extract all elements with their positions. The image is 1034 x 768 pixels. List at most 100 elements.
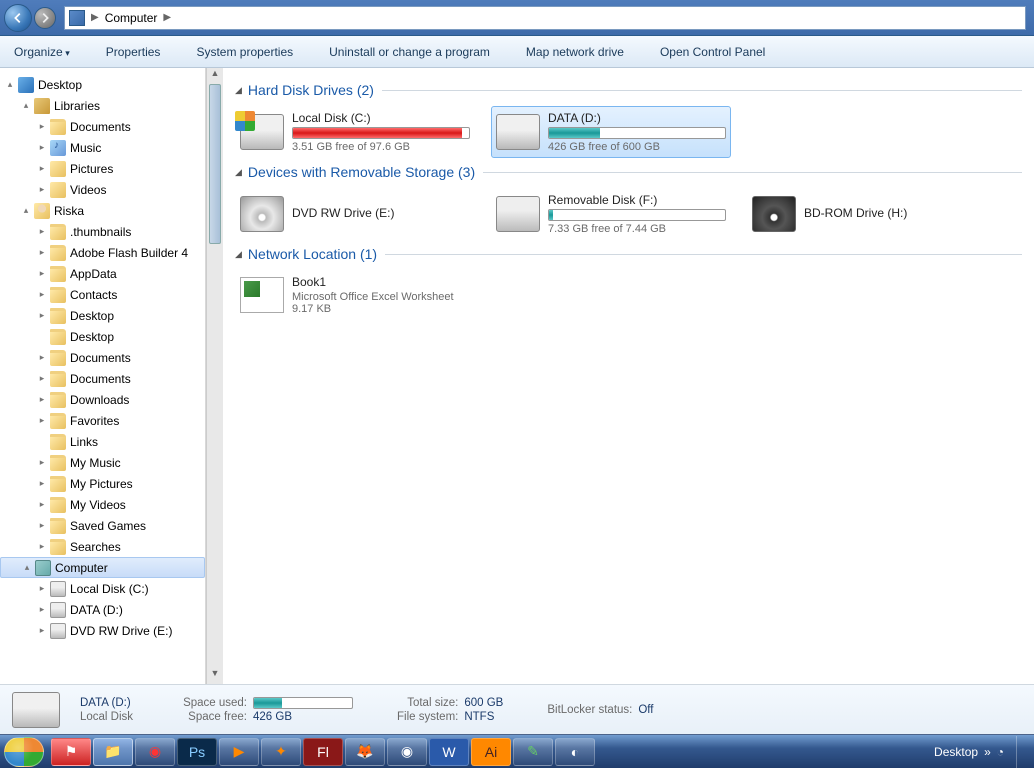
start-button[interactable] (4, 737, 44, 767)
uninstall-button[interactable]: Uninstall or change a program (323, 41, 496, 63)
expand-icon[interactable]: ▸ (36, 625, 48, 636)
scroll-thumb[interactable] (209, 84, 221, 244)
tree-item[interactable]: ▸DATA (D:) (0, 599, 205, 620)
section-network-location[interactable]: ◢ Network Location (1) (235, 246, 1022, 262)
chevron-right-icon[interactable]: ▶ (89, 12, 101, 23)
expand-icon[interactable]: ▸ (36, 478, 48, 489)
address-bar[interactable]: ▶ Computer ▶ (64, 6, 1026, 30)
taskbar-app[interactable]: ⚑ (51, 738, 91, 766)
taskbar-photoshop[interactable]: Ps (177, 738, 217, 766)
tree-item[interactable]: ▴Desktop (0, 74, 205, 95)
taskbar-explorer[interactable]: 📁 (93, 738, 133, 766)
tree-item[interactable]: ▸My Pictures (0, 473, 205, 494)
tree-item[interactable]: ▸Local Disk (C:) (0, 578, 205, 599)
drive-dvd-e[interactable]: DVD RW Drive (E:) (235, 188, 475, 240)
tree-item[interactable]: ▸Desktop (0, 305, 205, 326)
expand-icon[interactable]: ▸ (36, 457, 48, 468)
system-properties-button[interactable]: System properties (190, 41, 299, 63)
taskbar-illustrator[interactable]: Ai (471, 738, 511, 766)
map-drive-button[interactable]: Map network drive (520, 41, 630, 63)
network-item-book1[interactable]: Book1 Microsoft Office Excel Worksheet 9… (235, 270, 535, 320)
chevron-right-icon[interactable]: ▶ (161, 12, 173, 23)
expand-icon[interactable]: ▴ (21, 562, 33, 573)
tree-item[interactable]: Links (0, 431, 205, 452)
taskbar-firefox[interactable]: 🦊 (345, 738, 385, 766)
chevron-icon[interactable]: » (984, 745, 991, 759)
drive-data-d[interactable]: DATA (D:) 426 GB free of 600 GB (491, 106, 731, 158)
tree-item[interactable]: ▸Documents (0, 116, 205, 137)
expand-icon[interactable]: ▸ (36, 352, 48, 363)
tree-item[interactable]: ▸Contacts (0, 284, 205, 305)
tree-item[interactable]: ▸Documents (0, 347, 205, 368)
expand-icon[interactable]: ▴ (4, 79, 16, 90)
expand-icon[interactable]: ▸ (36, 268, 48, 279)
tree-item[interactable]: ▴Riska (0, 200, 205, 221)
tree-item-label: Adobe Flash Builder 4 (70, 246, 188, 260)
tree-item[interactable]: ▸DVD RW Drive (E:) (0, 620, 205, 641)
back-button[interactable] (4, 4, 32, 32)
expand-icon[interactable]: ▸ (36, 184, 48, 195)
drive-local-c[interactable]: Local Disk (C:) 3.51 GB free of 97.6 GB (235, 106, 475, 158)
scroll-up-icon[interactable]: ▲ (207, 68, 223, 84)
expand-icon[interactable]: ▸ (36, 142, 48, 153)
expand-icon[interactable]: ▴ (20, 100, 32, 111)
expand-icon[interactable]: ▸ (36, 520, 48, 531)
tree-item[interactable]: ▸ Searches (0, 536, 205, 557)
taskbar-flash[interactable]: Fl (303, 738, 343, 766)
expand-icon[interactable]: ▸ (36, 394, 48, 405)
taskbar-app[interactable]: ◉ (135, 738, 175, 766)
tree-item[interactable]: ▸My Videos (0, 494, 205, 515)
taskbar-app[interactable]: ◐ (555, 738, 595, 766)
drive-removable-f[interactable]: Removable Disk (F:) 7.33 GB free of 7.44… (491, 188, 731, 240)
tree-item[interactable]: ▸My Music (0, 452, 205, 473)
tree-item-label: Searches (70, 540, 121, 554)
show-desktop-button[interactable] (1016, 736, 1026, 768)
expand-icon[interactable]: ▸ (36, 163, 48, 174)
taskbar-chrome[interactable]: ◉ (387, 738, 427, 766)
properties-button[interactable]: Properties (100, 41, 167, 63)
tree-item[interactable]: ▸Videos (0, 179, 205, 200)
taskbar-blender[interactable]: ✦ (261, 738, 301, 766)
tree-item[interactable]: ▴Libraries (0, 95, 205, 116)
expand-icon[interactable]: ▸ (36, 604, 48, 615)
expand-icon[interactable]: ▸ (36, 289, 48, 300)
tree-item[interactable]: Desktop (0, 326, 205, 347)
tree-item[interactable]: ▸ Adobe Flash Builder 4 (0, 242, 205, 263)
details-pane: DATA (D:) Local Disk Space used: Space f… (0, 684, 1034, 734)
expand-icon[interactable]: ▸ (36, 583, 48, 594)
section-hard-disk-drives[interactable]: ◢ Hard Disk Drives (2) (235, 82, 1022, 98)
tree-item[interactable]: ▴Computer (0, 557, 205, 578)
tree-item[interactable]: ▸Favorites (0, 410, 205, 431)
control-panel-button[interactable]: Open Control Panel (654, 41, 771, 63)
expand-icon[interactable]: ▸ (36, 247, 48, 258)
tree-item[interactable]: ▸Documents (0, 368, 205, 389)
tree-item[interactable]: ▸.thumbnails (0, 221, 205, 242)
navigation-tree[interactable]: ▴Desktop▴Libraries▸Documents▸Music▸Pictu… (0, 68, 206, 684)
tree-scrollbar[interactable]: ▲ ▼ (206, 68, 223, 684)
desktop-toolbar-label[interactable]: Desktop (934, 745, 978, 759)
taskbar-app[interactable]: ✎ (513, 738, 553, 766)
expand-icon[interactable]: ▸ (36, 226, 48, 237)
taskbar-media-player[interactable]: ▶ (219, 738, 259, 766)
drive-bdrom-h[interactable]: BD-ROM Drive (H:) (747, 188, 987, 240)
tree-item[interactable]: ▸Music (0, 137, 205, 158)
tree-item[interactable]: ▸Saved Games (0, 515, 205, 536)
tree-item[interactable]: ▸AppData (0, 263, 205, 284)
organize-menu[interactable]: Organize (8, 41, 76, 63)
expand-icon[interactable]: ▴ (20, 205, 32, 216)
scroll-down-icon[interactable]: ▼ (207, 668, 223, 684)
expand-icon[interactable]: ▸ (36, 415, 48, 426)
expand-icon[interactable]: ▸ (36, 499, 48, 510)
expand-icon[interactable]: ▸ (36, 541, 48, 552)
taskbar-word[interactable]: W (429, 738, 469, 766)
expand-icon[interactable]: ▸ (36, 121, 48, 132)
tree-item[interactable]: ▸Downloads (0, 389, 205, 410)
system-tray[interactable]: Desktop » ◔ (934, 736, 1030, 768)
expand-icon[interactable]: ▸ (36, 310, 48, 321)
forward-button[interactable] (34, 7, 56, 29)
tray-icon[interactable]: ◔ (997, 745, 1004, 759)
tree-item[interactable]: ▸Pictures (0, 158, 205, 179)
breadcrumb-computer[interactable]: Computer (101, 11, 162, 25)
section-removable-storage[interactable]: ◢ Devices with Removable Storage (3) (235, 164, 1022, 180)
expand-icon[interactable]: ▸ (36, 373, 48, 384)
